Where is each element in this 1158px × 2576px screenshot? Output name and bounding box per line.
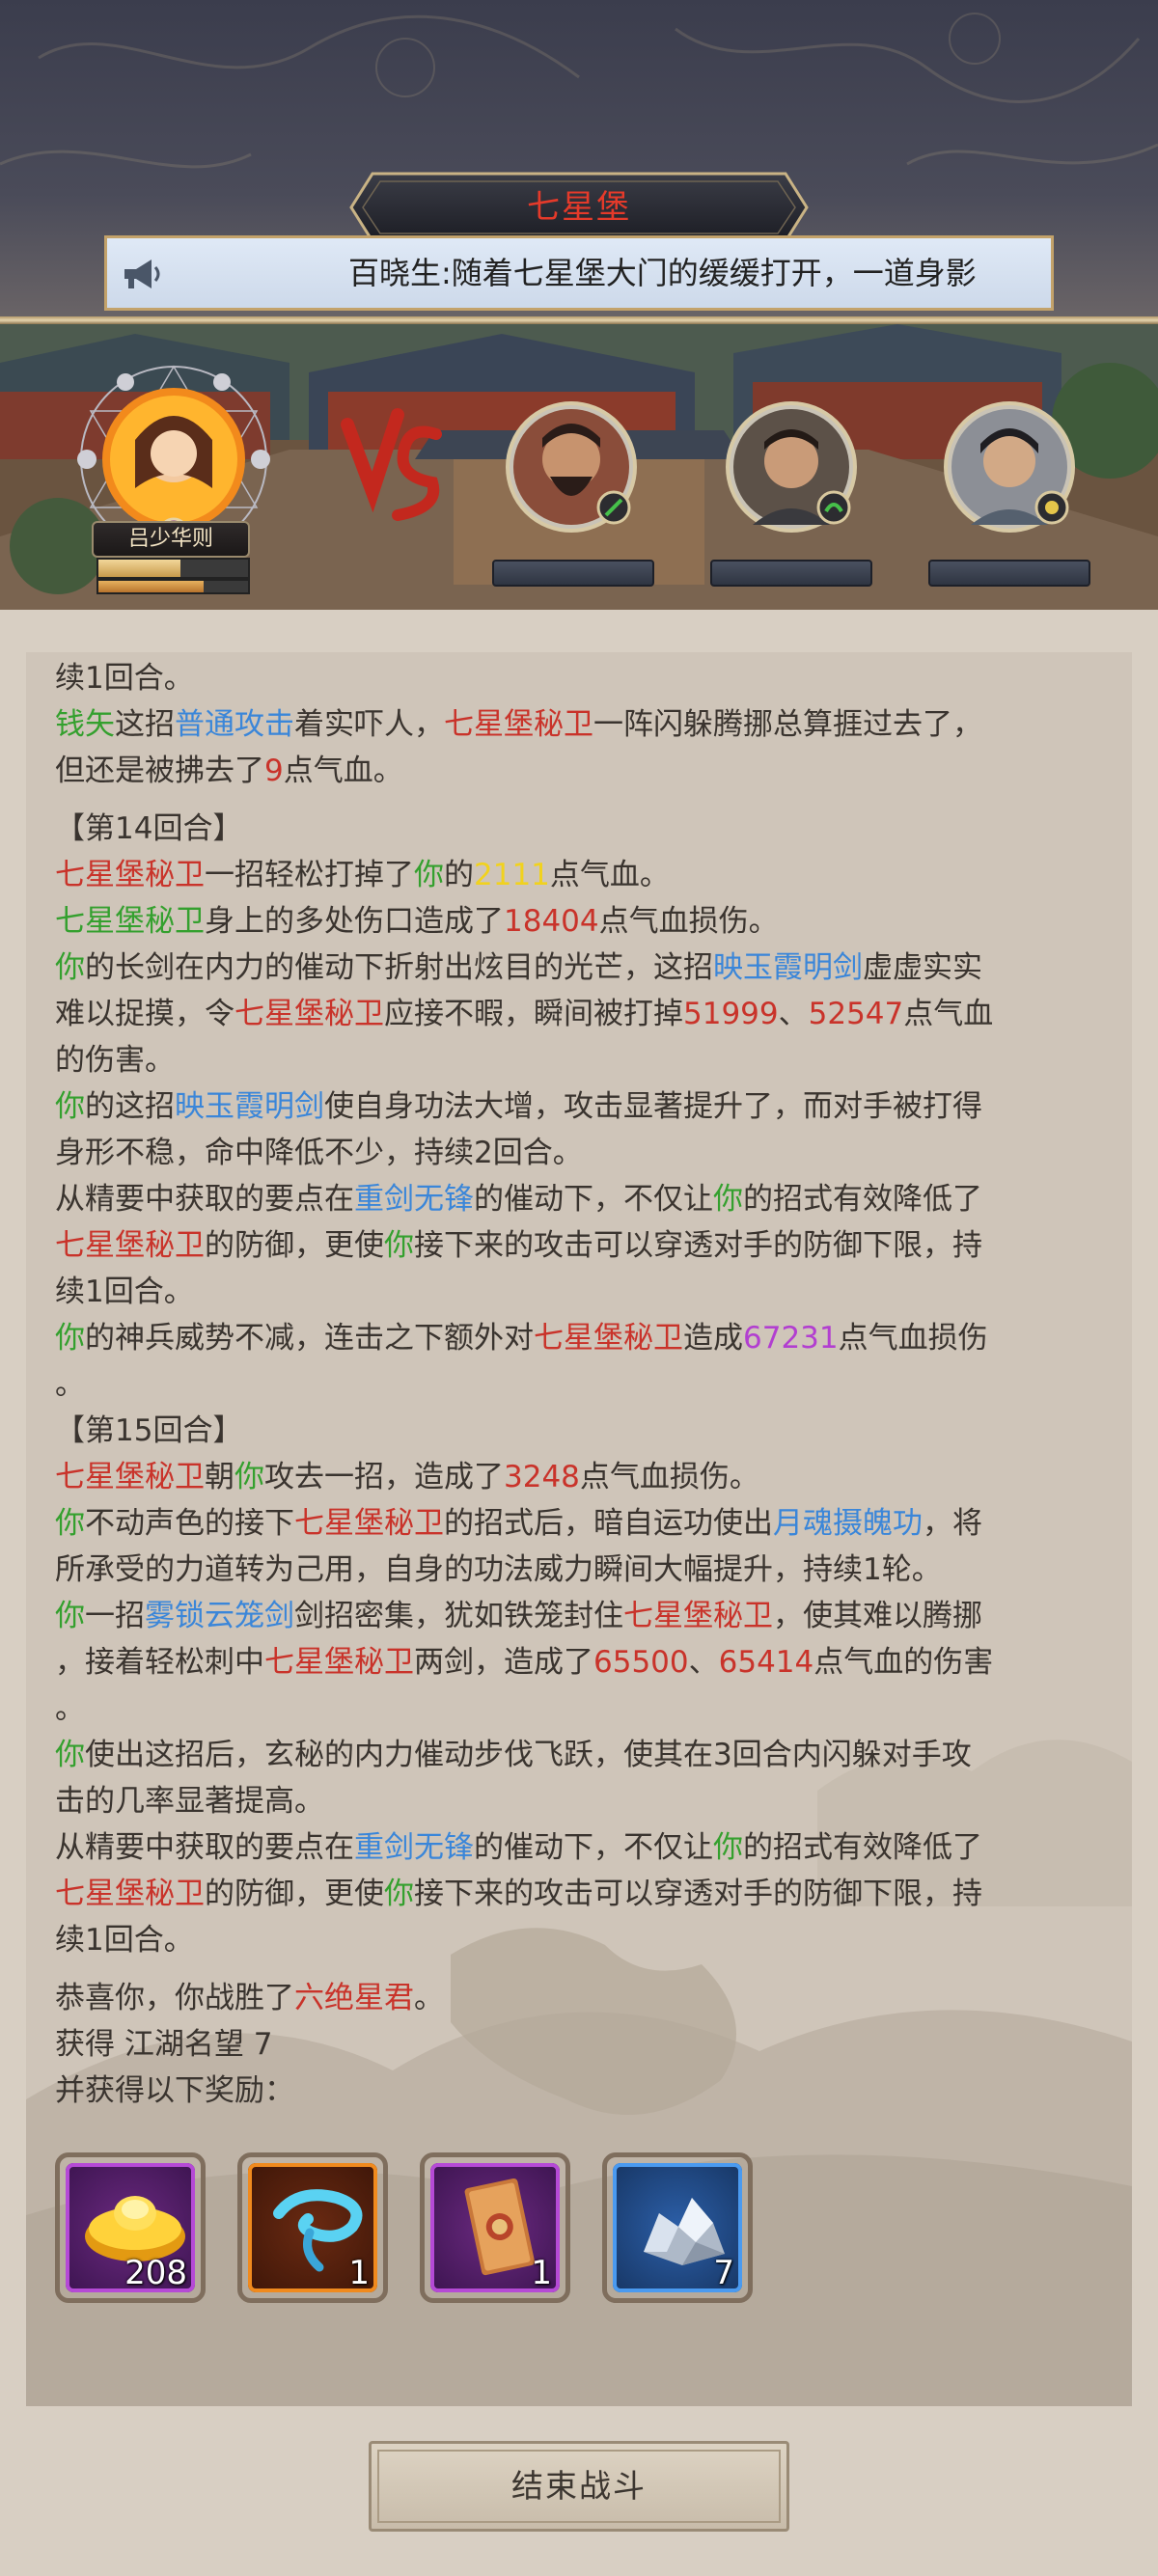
log-line: 钱矢这招普通攻击着实吓人，七星堡秘卫一阵闪躲腾挪总算捱过去了， [55,707,982,742]
reward-qty: 1 [348,2254,370,2292]
round-header: 【第14回合】 [55,811,243,846]
log-line: 七星堡秘卫一招轻松打掉了你的2111点气血。 [55,858,670,892]
log-line: 七星堡秘卫身上的多处伤口造成了18404点气血损伤。 [55,904,779,939]
megaphone-icon [124,260,160,288]
battle-log: 续1回合。 钱矢这招普通攻击着实吓人，七星堡秘卫一阵闪躲腾挪总算捱过去了， 但还… [55,655,1120,2114]
log-line: 续1回合。 [55,1923,194,1958]
player-energy-bar [96,579,250,594]
player-name: 吕少华则 [92,521,250,558]
log-line: 续1回合。 [55,661,194,696]
log-line: 所承受的力道转为己用，自身的功法威力瞬间大幅提升，持续1轮。 [55,1552,942,1587]
log-line: 。 [55,1367,85,1402]
log-line: 身形不稳，命中降低不少，持续2回合。 [55,1136,583,1170]
player-health-bar [96,558,250,579]
enemy-avatar-3[interactable] [942,399,1077,534]
enemy-health-bar-2 [710,560,872,587]
reward-item[interactable]: 7 [602,2152,753,2303]
notice-text: 百晓生:随着七星堡大门的缓缓打开，一道身影 [348,255,977,291]
rewards-label: 并获得以下奖励： [55,2073,294,2108]
enemy-health-bar-3 [928,560,1090,587]
victory-line: 恭喜你，你战胜了六绝星君。 [55,1981,444,2015]
log-line: 你的神兵威势不减，连击之下额外对七星堡秘卫造成67231点气血损伤 [55,1321,988,1356]
enemy-avatar-1[interactable] [504,399,639,534]
log-line: 七星堡秘卫的防御，更使你接下来的攻击可以穿透对手的防御下限，持 [55,1877,982,1911]
page-title: 七星堡 [527,188,631,227]
log-line: 击的几率显著提高。 [55,1784,324,1819]
vs-emblem [341,408,442,521]
log-line: 的伤害。 [55,1043,175,1078]
log-line: 从精要中获取的要点在重剑无锋的催动下，不仅让你的招式有效降低了 [55,1830,982,1865]
round-header: 【第15回合】 [55,1413,243,1448]
reward-qty: 7 [713,2254,734,2292]
end-battle-button[interactable]: 结束战斗 [369,2441,789,2532]
log-line: ，接着轻松刺中七星堡秘卫两剑，造成了65500、65414点气血的伤害 [55,1645,994,1680]
header-divider [0,316,1158,324]
log-line: 你使出这招后，玄秘的内力催动步伐飞跃，使其在3回合内闪躲对手攻 [55,1738,972,1772]
obtain-line: 获得 江湖名望 7 [55,2027,273,2062]
reward-list: 208 1 1 7 [55,2152,827,2307]
log-line: 七星堡秘卫的防御，更使你接下来的攻击可以穿透对手的防御下限，持 [55,1228,982,1263]
log-line: 从精要中获取的要点在重剑无锋的催动下，不仅让你的招式有效降低了 [55,1182,982,1217]
log-line: 你一招雾锁云笼剑剑招密集，犹如铁笼封住七星堡秘卫，使其难以腾挪 [55,1599,982,1633]
battle-log-panel[interactable]: 续1回合。 钱矢这招普通攻击着实吓人，七星堡秘卫一阵闪躲腾挪总算捱过去了， 但还… [26,652,1132,2406]
log-line: 。 [55,1691,85,1726]
end-battle-label: 结束战斗 [511,2467,647,2505]
enemy-health-bar-1 [492,560,654,587]
log-line: 七星堡秘卫朝你攻去一招，造成了3248点气血损伤。 [55,1460,759,1494]
reward-item[interactable]: 1 [420,2152,570,2303]
reward-qty: 1 [531,2254,552,2292]
reward-item[interactable]: 208 [55,2152,206,2303]
reward-item[interactable]: 1 [237,2152,388,2303]
log-line: 但还是被拂去了9点气血。 [55,754,403,788]
notice-banner: 百晓生:随着七星堡大门的缓缓打开，一道身影 [104,235,1054,311]
log-line: 你的这招映玉霞明剑使自身功法大增，攻击显著提升了，而对手被打得 [55,1089,982,1124]
enemy-avatar-2[interactable] [724,399,859,534]
log-line: 你不动声色的接下七星堡秘卫的招式后，暗自运功使出月魂摄魄功，将 [55,1506,982,1541]
reward-qty: 208 [124,2254,187,2292]
log-line: 你的长剑在内力的催动下折射出炫目的光芒，这招映玉霞明剑虚虚实实 [55,950,982,985]
log-line: 续1回合。 [55,1274,194,1309]
log-line: 难以捉摸，令七星堡秘卫应接不暇，瞬间被打掉51999、52547点气血 [55,997,994,1031]
